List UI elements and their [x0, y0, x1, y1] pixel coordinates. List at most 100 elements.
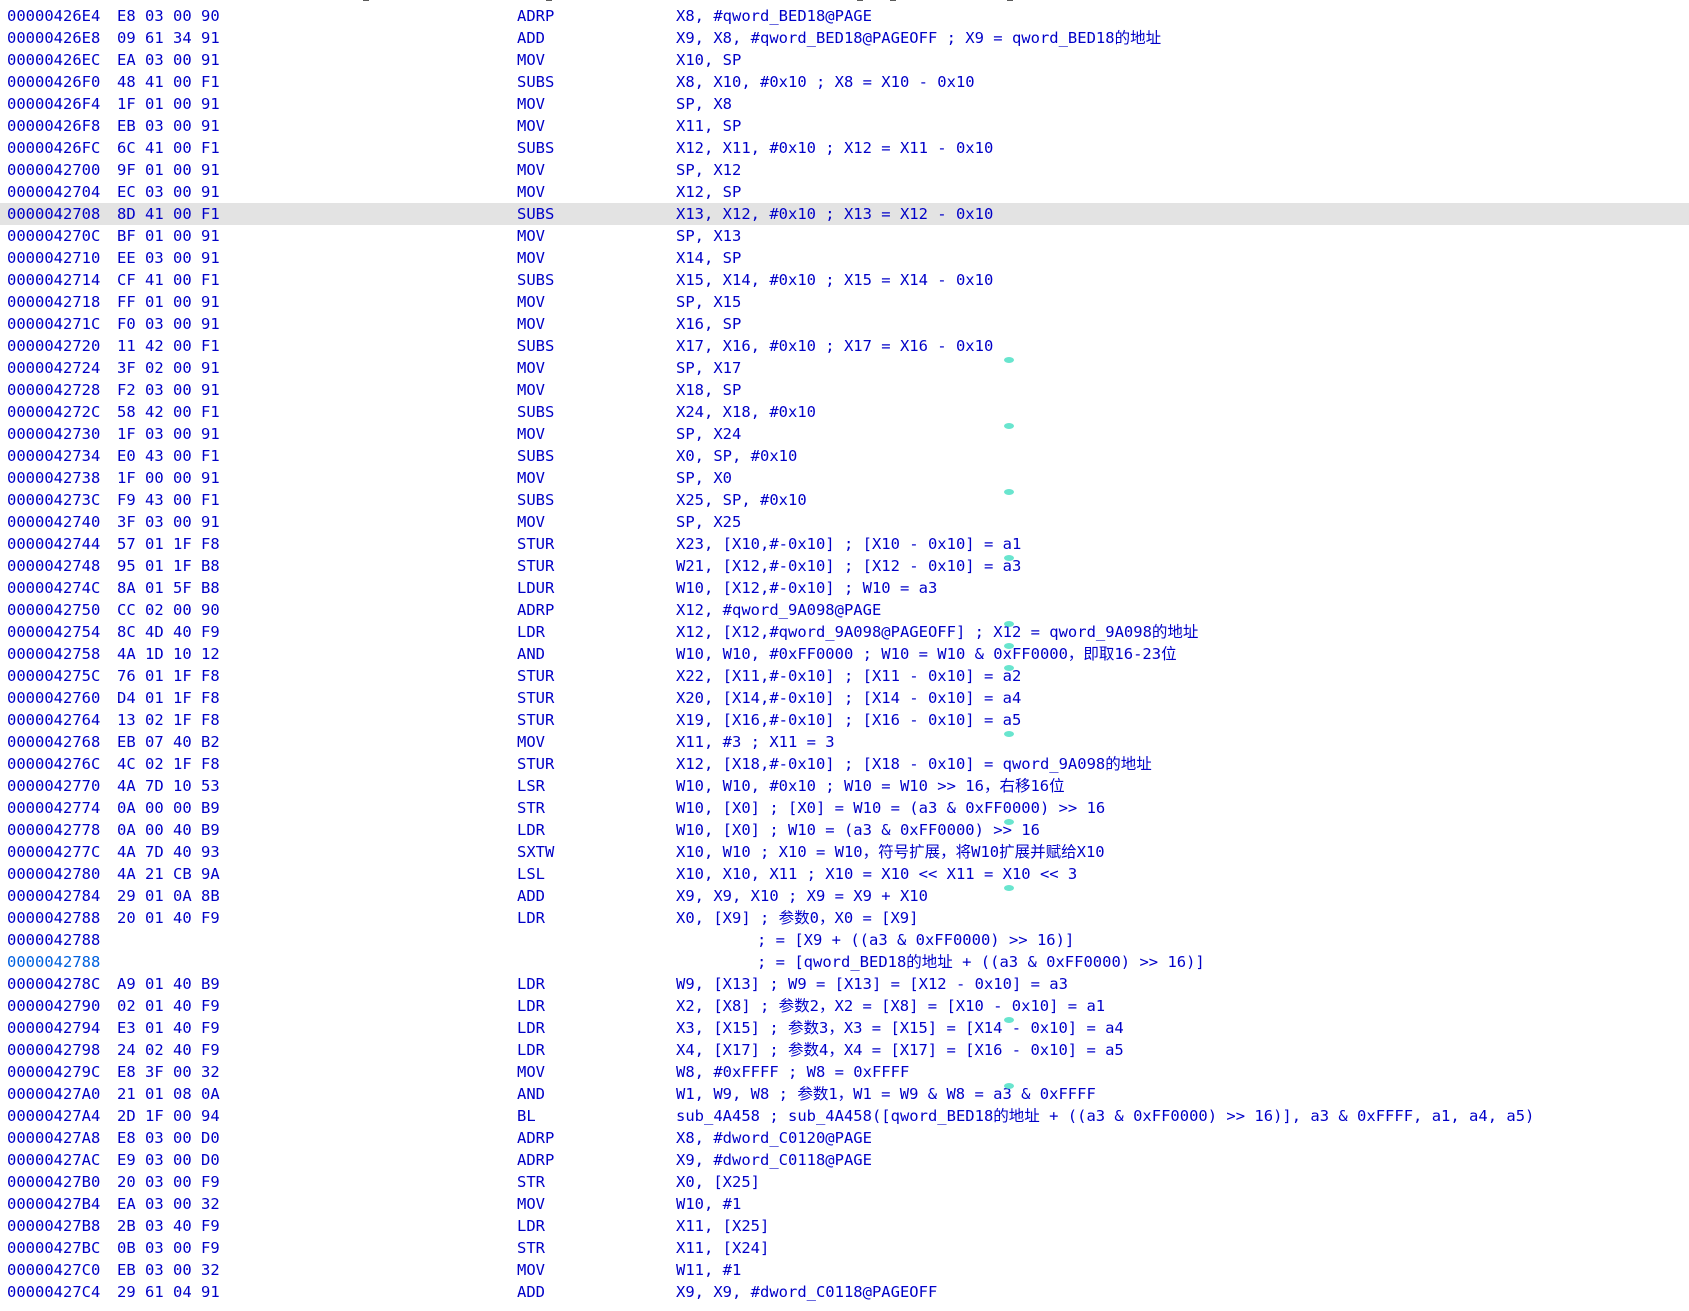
mnemonic[interactable]: ADD [517, 885, 545, 907]
operands[interactable]: X19, [X16,#-0x10] ; [X16 - 0x10] = a5 [676, 709, 1021, 731]
mnemonic[interactable]: MOV [517, 731, 545, 753]
operands[interactable]: X8, #dword_C0120@PAGE [676, 1127, 872, 1149]
address[interactable]: 0000042784 [7, 885, 100, 907]
operands[interactable]: SP, X8 [676, 93, 732, 115]
operands[interactable]: W10, #1 [676, 1193, 741, 1215]
listing-row[interactable]: 0000042744 57 01 1F F8 STUR X23, [X10,#-0x1… [0, 533, 1689, 555]
address[interactable]: 00000426F4 [7, 93, 100, 115]
operands[interactable]: X12, #qword_9A098@PAGE [676, 599, 881, 621]
address[interactable]: 00000427A0 [7, 1083, 100, 1105]
mnemonic[interactable]: MOV [517, 1193, 545, 1215]
operands[interactable]: SP, X15 [676, 291, 741, 313]
mnemonic[interactable]: SUBS [517, 203, 554, 225]
operands[interactable]: X11, SP [676, 115, 741, 137]
operands[interactable]: X9, #dword_C0118@PAGE [676, 1149, 872, 1171]
listing-row[interactable]: 00000427B4 EA 03 00 32 MOV W10, #1 [0, 1193, 1689, 1215]
listing-row[interactable]: 000004277C 4A 7D 40 93 SXTW X10, W10 ; X10 … [0, 841, 1689, 863]
mnemonic[interactable]: MOV [517, 159, 545, 181]
address[interactable]: 000004275C [7, 665, 100, 687]
mnemonic[interactable]: SUBS [517, 401, 554, 423]
operands[interactable]: X23, [X10,#-0x10] ; [X10 - 0x10] = a1 [676, 533, 1021, 555]
mnemonic[interactable]: STUR [517, 753, 554, 775]
operands[interactable]: W21, [X12,#-0x10] ; [X12 - 0x10] = a3 [676, 555, 1021, 577]
mnemonic[interactable]: LDR [517, 1215, 545, 1237]
mnemonic[interactable]: STR [517, 1237, 545, 1259]
address[interactable]: 0000042788 [7, 929, 100, 951]
operands[interactable]: X12, X11, #0x10 ; X12 = X11 - 0x10 [676, 137, 993, 159]
address[interactable]: 0000042714 [7, 269, 100, 291]
operands[interactable]: X12, [X18,#-0x10] ; [X18 - 0x10] = qword… [676, 753, 1152, 775]
operands[interactable]: X12, SP [676, 181, 741, 203]
mnemonic[interactable]: MOV [517, 313, 545, 335]
address[interactable]: 0000042740 [7, 511, 100, 533]
mnemonic[interactable]: ADD [517, 1281, 545, 1303]
listing-row[interactable]: 0000042770 4A 7D 10 53 LSR W10, W10, #0x10 … [0, 775, 1689, 797]
address[interactable]: 0000042728 [7, 379, 100, 401]
listing-row[interactable]: 0000042764 13 02 1F F8 STUR X19, [X16,#-0x1… [0, 709, 1689, 731]
listing-row[interactable]: 0000042768 EB 07 40 B2 MOV X11, #3 ; X11 = … [0, 731, 1689, 753]
mnemonic[interactable]: ADD [517, 27, 545, 49]
mnemonic[interactable]: SUBS [517, 269, 554, 291]
mnemonic[interactable]: STUR [517, 709, 554, 731]
mnemonic[interactable]: STUR [517, 665, 554, 687]
address[interactable]: 0000042750 [7, 599, 100, 621]
address[interactable]: 0000042758 [7, 643, 100, 665]
mnemonic[interactable]: SUBS [517, 489, 554, 511]
listing-row[interactable]: 0000042778 0A 00 40 B9 LDR W10, [X0] ; W10 … [0, 819, 1689, 841]
address[interactable]: 0000042724 [7, 357, 100, 379]
address[interactable]: 000004278C [7, 973, 100, 995]
listing-row[interactable]: 0000042754 8C 4D 40 F9 LDR X12, [X12,#qword… [0, 621, 1689, 643]
mnemonic[interactable]: MOV [517, 115, 545, 137]
mnemonic[interactable]: SXTW [517, 841, 554, 863]
mnemonic[interactable]: MOV [517, 357, 545, 379]
mnemonic[interactable]: ADRP [517, 1127, 554, 1149]
address[interactable]: 0000042700 [7, 159, 100, 181]
listing-row[interactable]: 0000042738 1F 00 00 91 MOV SP, X0 [0, 467, 1689, 489]
address[interactable]: 00000427B8 [7, 1215, 100, 1237]
operands[interactable]: X20, [X14,#-0x10] ; [X14 - 0x10] = a4 [676, 687, 1021, 709]
operands[interactable]: X9, X8, #qword_BED18@PAGEOFF ; X9 = qwor… [676, 27, 1161, 49]
listing-row[interactable]: 000004271C F0 03 00 91 MOV X16, SP [0, 313, 1689, 335]
mnemonic[interactable]: LDUR [517, 577, 554, 599]
listing-row[interactable]: 00000426E4 E8 03 00 90 ADRP X8, #qword_BED1… [0, 5, 1689, 27]
operands[interactable]: W11, #1 [676, 1259, 741, 1281]
operands[interactable]: X13, X12, #0x10 ; X13 = X12 - 0x10 [676, 203, 993, 225]
listing-row[interactable]: 00000427C4 29 61 04 91 ADD X9, X9, #dword_C… [0, 1281, 1689, 1303]
operands[interactable]: W10, [X0] ; [X0] = W10 = (a3 & 0xFF0000)… [676, 797, 1105, 819]
mnemonic[interactable]: STR [517, 797, 545, 819]
mnemonic[interactable]: BL [517, 1105, 536, 1127]
listing-row[interactable]: 0000042740 3F 03 00 91 MOV SP, X25 [0, 511, 1689, 533]
address[interactable]: 00000427BC [7, 1237, 100, 1259]
listing-row[interactable]: 0000042730 1F 03 00 91 MOV SP, X24 [0, 423, 1689, 445]
mnemonic[interactable]: ADRP [517, 599, 554, 621]
address[interactable]: 0000042734 [7, 445, 100, 467]
listing-row[interactable]: 0000042790 02 01 40 F9 LDR X2, [X8] ; 参数2，X… [0, 995, 1689, 1017]
listing-row[interactable]: 0000042700 9F 01 00 91 MOV SP, X12 [0, 159, 1689, 181]
address[interactable]: 000004276C [7, 753, 100, 775]
operands[interactable]: X10, X10, X11 ; X10 = X10 << X11 = X10 <… [676, 863, 1077, 885]
operands[interactable]: W10, [X0] ; W10 = (a3 & 0xFF0000) >> 16 [676, 819, 1040, 841]
listing-row[interactable]: 00000426FC 6C 41 00 F1 SUBS X12, X11, #0x10… [0, 137, 1689, 159]
operands[interactable]: X0, SP, #0x10 [676, 445, 797, 467]
address[interactable]: 000004273C [7, 489, 100, 511]
operands[interactable]: X0, [X25] [676, 1171, 760, 1193]
operands[interactable]: X16, SP [676, 313, 741, 335]
address[interactable]: 00000426FC [7, 137, 100, 159]
address[interactable]: 00000426E8 [7, 27, 100, 49]
listing-row[interactable]: 0000042704 EC 03 00 91 MOV X12, SP [0, 181, 1689, 203]
listing-row[interactable]: 00000427C0 EB 03 00 32 MOV W11, #1 [0, 1259, 1689, 1281]
listing-row[interactable]: 0000042794 E3 01 40 F9 LDR X3, [X15] ; 参数3，… [0, 1017, 1689, 1039]
mnemonic[interactable]: MOV [517, 423, 545, 445]
listing-row[interactable]: 0000042724 3F 02 00 91 MOV SP, X17 [0, 357, 1689, 379]
listing-row[interactable]: 0000042750 CC 02 00 90 ADRP X12, #qword_9A0… [0, 599, 1689, 621]
address[interactable]: 00000426EC [7, 49, 100, 71]
mnemonic[interactable]: ADRP [517, 1149, 554, 1171]
mnemonic[interactable]: MOV [517, 181, 545, 203]
address[interactable]: 00000427B0 [7, 1171, 100, 1193]
listing-row[interactable]: 00000427BC 0B 03 00 F9 STR X11, [X24] [0, 1237, 1689, 1259]
listing-row[interactable]: 000004278C A9 01 40 B9 LDR W9, [X13] ; W9 =… [0, 973, 1689, 995]
mnemonic[interactable]: MOV [517, 511, 545, 533]
operands[interactable]: SP, X12 [676, 159, 741, 181]
listing-row[interactable]: 000004275C 76 01 1F F8 STUR X22, [X11,#-0x1… [0, 665, 1689, 687]
operands[interactable]: X9, X9, #dword_C0118@PAGEOFF [676, 1281, 937, 1303]
